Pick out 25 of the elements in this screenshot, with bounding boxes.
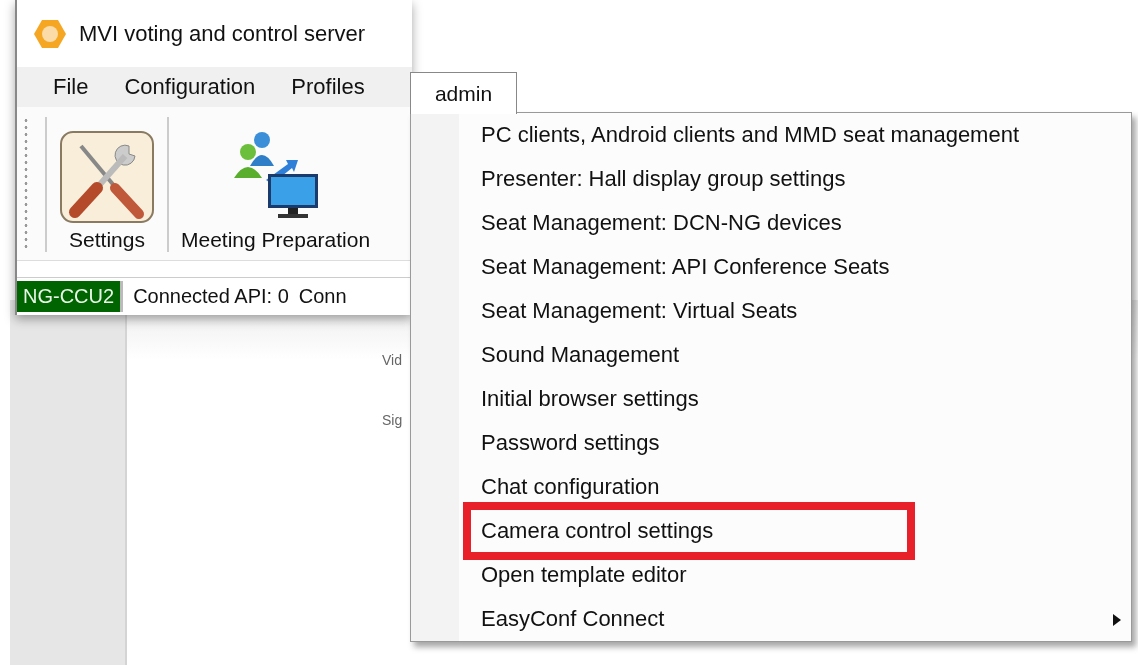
toolbar-button[interactable]: Meeting Preparation xyxy=(175,117,377,252)
menu-item[interactable]: Configuration xyxy=(106,67,274,108)
menu-item[interactable]: Seat Management: API Conference Seats xyxy=(411,245,1131,289)
menu-item[interactable]: EasyConf Connect xyxy=(411,597,1131,641)
menu-item[interactable]: Open template editor xyxy=(411,553,1131,597)
window-title: MVI voting and control server xyxy=(79,20,366,47)
menu-item[interactable]: Initial browser settings xyxy=(411,377,1131,421)
toolbar-button[interactable]: Settings xyxy=(53,117,161,252)
device-status: NG-CCU2 xyxy=(17,280,124,312)
menu-item[interactable]: Password settings xyxy=(411,421,1131,465)
field-label: Vid xyxy=(382,352,402,368)
menu-item[interactable]: Camera control settings xyxy=(411,509,1131,553)
menu-item[interactable]: Chat configuration xyxy=(411,465,1131,509)
menu-item[interactable]: admin xyxy=(410,72,517,114)
menu-item[interactable]: Presenter: Hall display group settings xyxy=(411,157,1131,201)
status-text: Conn xyxy=(298,284,347,308)
menu-item[interactable]: Profiles xyxy=(273,67,383,108)
menu-item[interactable]: File xyxy=(35,67,107,108)
menu-item[interactable]: Seat Management: DCN-NG devices xyxy=(411,201,1131,245)
menu-item[interactable]: Sound Management xyxy=(411,333,1131,377)
menu-item[interactable]: Seat Management: Virtual Seats xyxy=(411,289,1131,333)
tools-icon xyxy=(59,129,155,224)
status-text: Connected API: 0 xyxy=(133,284,289,308)
menu-item[interactable]: PC clients, Android clients and MMD seat management xyxy=(411,113,1131,157)
field-label: Sig xyxy=(382,412,403,428)
